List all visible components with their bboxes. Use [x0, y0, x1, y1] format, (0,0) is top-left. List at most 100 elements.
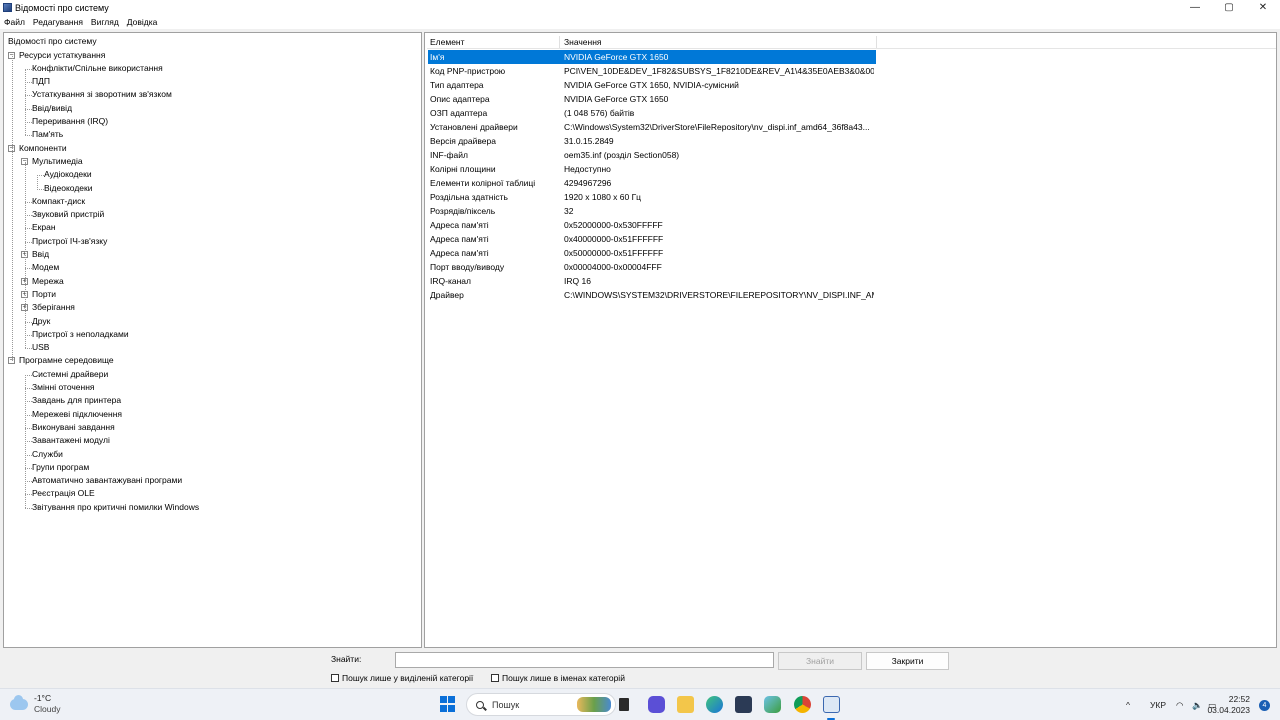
menu-help[interactable]: Довідка — [123, 17, 162, 27]
table-row[interactable]: Елементи колірної таблиці 4294967296 — [428, 176, 876, 190]
notification-badge[interactable]: 4 — [1259, 700, 1270, 711]
tree-item[interactable]: Завдань для принтера — [32, 394, 121, 407]
tree-item[interactable]: Пристрої ІЧ-зв'язку — [32, 235, 107, 248]
table-row[interactable]: ОЗП адаптера (1 048 576) байтів — [428, 106, 876, 120]
tree-item[interactable]: Змінні оточення — [32, 381, 95, 394]
tree-item[interactable]: Служби — [32, 448, 63, 461]
search-category-names-checkbox[interactable]: Пошук лише в іменах категорій — [491, 673, 625, 683]
tree-guide-line — [37, 175, 38, 189]
tree-item[interactable]: Звуковий пристрій — [32, 208, 104, 221]
category-tree[interactable]: Відомості про систему Ресурси устаткуван… — [3, 32, 422, 648]
tree-connector — [25, 122, 32, 123]
search-selected-category-checkbox[interactable]: Пошук лише у виділеній категорії — [331, 673, 473, 683]
checkbox-box[interactable] — [491, 674, 499, 682]
table-row[interactable]: Опис адаптера NVIDIA GeForce GTX 1650 — [428, 92, 876, 106]
table-row[interactable]: IRQ-канал IRQ 16 — [428, 274, 876, 288]
table-row[interactable]: Версія драйвера 31.0.15.2849 — [428, 134, 876, 148]
column-header-item[interactable]: Елемент — [427, 35, 559, 49]
table-row[interactable]: Адреса пам'яті 0x52000000-0x530FFFFF — [428, 218, 876, 232]
teams-chat-icon[interactable] — [648, 696, 665, 713]
column-divider[interactable] — [559, 36, 560, 48]
tree-item[interactable]: Ресурси устаткування — [19, 49, 105, 62]
tree-item[interactable]: Порти — [32, 288, 56, 301]
tree-connector — [25, 427, 32, 429]
table-row[interactable]: Роздільна здатність 1920 x 1080 x 60 Гц — [428, 190, 876, 204]
checkbox-box[interactable] — [331, 674, 339, 682]
table-row[interactable]: Розрядів/піксель 32 — [428, 204, 876, 218]
tree-item[interactable]: Відеокодеки — [44, 182, 92, 195]
clock[interactable]: 22:52 03.04.2023 — [1207, 694, 1250, 716]
table-row[interactable]: Ім'я NVIDIA GeForce GTX 1650 — [428, 50, 876, 64]
tree-item[interactable]: Завантажені модулі — [32, 434, 110, 447]
tree-item[interactable]: Виконувані завдання — [32, 421, 115, 434]
tree-item[interactable]: Реєстрація OLE — [32, 487, 95, 500]
tree-item[interactable]: Зберігання — [32, 301, 75, 314]
start-button[interactable] — [440, 696, 457, 713]
table-row[interactable]: Драйвер C:\WINDOWS\SYSTEM32\DRIVERSTORE\F… — [428, 288, 876, 302]
tree-item[interactable]: Системні драйвери — [32, 368, 108, 381]
file-explorer-icon[interactable] — [677, 696, 694, 713]
table-row[interactable]: Колірні площини Недоступно — [428, 162, 876, 176]
weather-widget[interactable]: -1°C Cloudy — [10, 693, 60, 715]
tree-item[interactable]: Устаткування зі зворотним зв'язком — [32, 88, 172, 101]
image-viewer-icon[interactable] — [764, 696, 781, 713]
chrome-browser-icon[interactable] — [794, 696, 811, 713]
column-header-value[interactable]: Значення — [561, 35, 861, 49]
tree-guide-line — [25, 374, 26, 508]
table-row[interactable]: Порт вводу/виводу 0x00004000-0x00004FFF — [428, 260, 876, 274]
tree-item[interactable]: ПДП — [32, 75, 50, 88]
tree-item[interactable]: Компакт-диск — [32, 195, 85, 208]
checkbox-label: Пошук лише у виділеній категорії — [342, 673, 474, 683]
tree-item[interactable]: Конфлікти/Спільне використання — [32, 62, 163, 75]
tree-item[interactable]: Переривання (IRQ) — [32, 115, 108, 128]
tree-item[interactable]: Друк — [32, 315, 50, 328]
table-row[interactable]: Код PNP-пристрою PCI\VEN_10DE&DEV_1F82&SU… — [428, 64, 876, 78]
tree-item[interactable]: Компоненти — [19, 142, 67, 155]
task-view-icon[interactable] — [619, 698, 629, 711]
tree-item[interactable]: Модем — [32, 261, 59, 274]
table-row[interactable]: Тип адаптера NVIDIA GeForce GTX 1650, NVI… — [428, 78, 876, 92]
taskbar-search-box[interactable]: Пошук — [466, 693, 616, 716]
tree-item[interactable]: Аудіокодеки — [44, 168, 92, 181]
system-information-taskbar-icon[interactable] — [823, 696, 840, 713]
table-row[interactable]: Адреса пам'яті 0x40000000-0x51FFFFFF — [428, 232, 876, 246]
column-divider[interactable] — [876, 36, 877, 48]
tree-guide-line — [25, 68, 26, 136]
edge-browser-icon[interactable] — [706, 696, 723, 713]
tree-item[interactable]: Пристрої з неполадками — [32, 328, 129, 341]
tree-item[interactable]: Ввід/вивід — [32, 102, 72, 115]
menu-view[interactable]: Вигляд — [87, 17, 123, 27]
network-icon[interactable]: ◠ — [1176, 689, 1183, 720]
tree-connector — [25, 334, 32, 336]
tree-item[interactable]: Звітування про критичні помилки Windows — [32, 501, 199, 514]
menu-file[interactable]: Файл — [0, 17, 29, 27]
volume-icon[interactable]: 🔈 — [1192, 689, 1203, 720]
tree-root-system-summary[interactable]: Відомості про систему — [8, 35, 97, 48]
table-row[interactable]: INF-файл oem35.inf (розділ Section058) — [428, 148, 876, 162]
tray-overflow-chevron[interactable]: ^ — [1126, 689, 1130, 720]
tree-item[interactable]: Автоматично завантажувані програми — [32, 474, 182, 487]
tree-item[interactable]: Ввід — [32, 248, 49, 261]
minimize-button[interactable]: — — [1178, 0, 1212, 15]
maximize-button[interactable]: ▢ — [1212, 0, 1246, 15]
table-row[interactable]: Адреса пам'яті 0x50000000-0x51FFFFFF — [428, 246, 876, 260]
close-find-button[interactable]: Закрити — [866, 652, 949, 670]
table-row[interactable]: Установлені драйвери C:\Windows\System32\… — [428, 120, 876, 134]
find-button[interactable]: Знайти — [778, 652, 862, 670]
tree-item[interactable]: Мережа — [32, 275, 64, 288]
menu-edit[interactable]: Редагування — [29, 17, 87, 27]
tree-item[interactable]: Мультимедіа — [32, 155, 83, 168]
row-item-name: Елементи колірної таблиці — [430, 178, 536, 188]
close-button[interactable]: ✕ — [1246, 0, 1280, 15]
tree-item[interactable]: USB — [32, 341, 49, 354]
tree-connector — [25, 507, 32, 509]
microsoft-store-icon[interactable] — [735, 696, 752, 713]
tree-item[interactable]: Пам'ять — [32, 128, 63, 141]
tree-item[interactable]: Програмне середовище — [19, 354, 114, 367]
tree-item[interactable]: Групи програм — [32, 461, 89, 474]
tree-item[interactable]: Екран — [32, 221, 56, 234]
tree-item[interactable]: Мережеві підключення — [32, 408, 122, 421]
details-list[interactable]: Елемент Значення Ім'я NVIDIA GeForce GTX … — [424, 32, 1277, 648]
keyboard-language-indicator[interactable]: УКР — [1150, 689, 1166, 720]
find-input[interactable] — [395, 652, 774, 668]
